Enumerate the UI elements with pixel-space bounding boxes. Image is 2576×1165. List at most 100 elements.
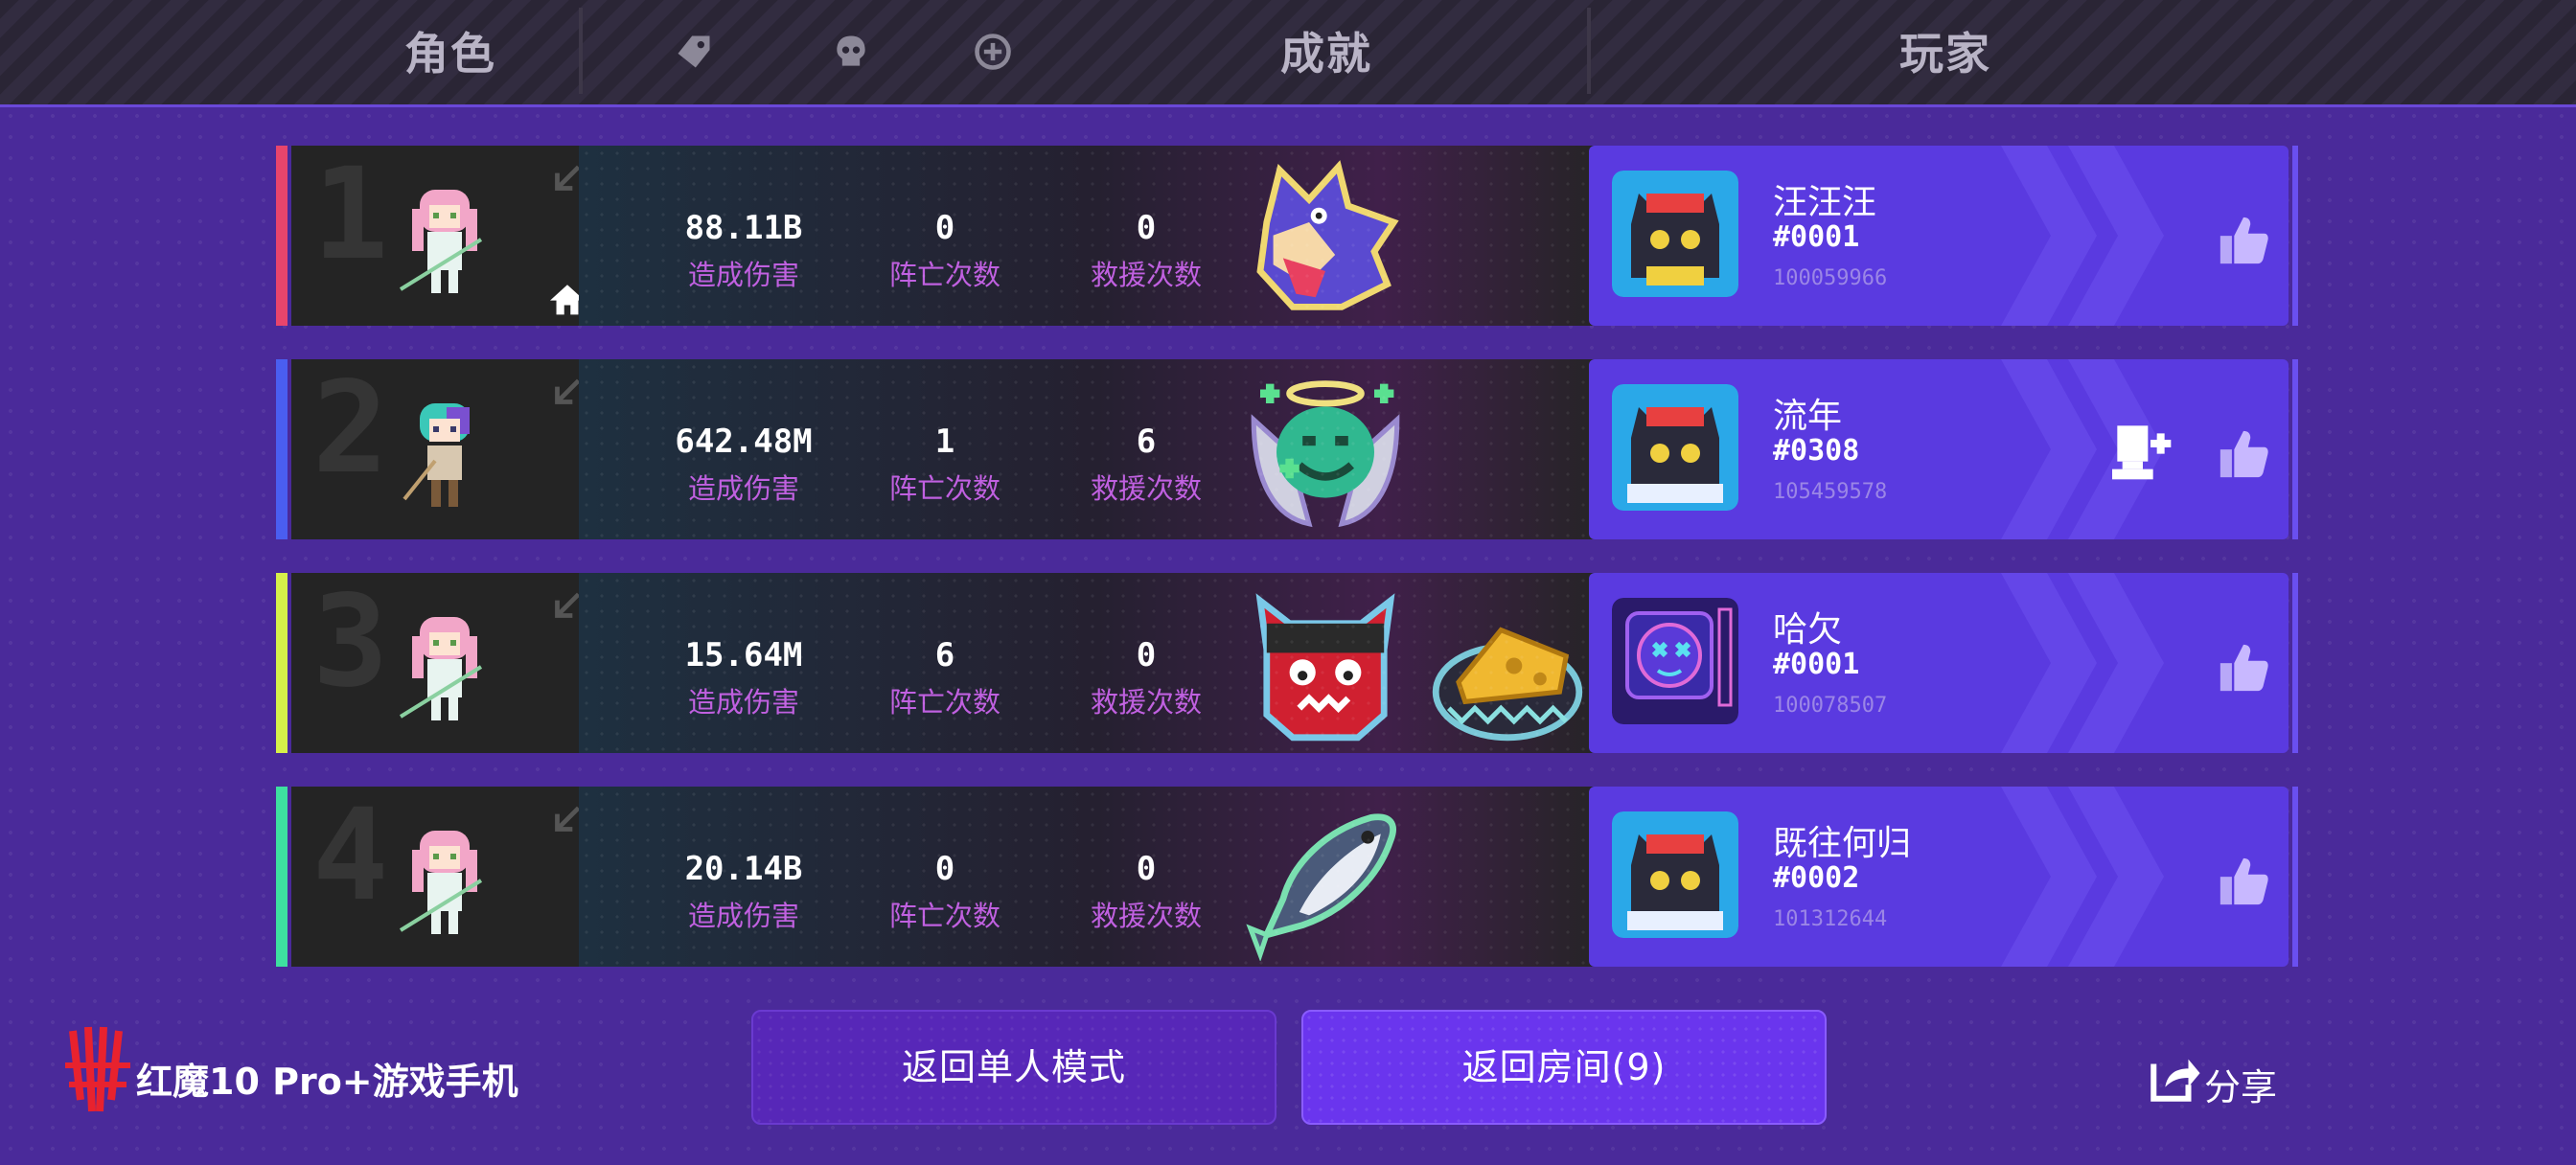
deaths-value: 0: [934, 209, 955, 247]
deaths-stat: 0 阵亡次数: [849, 209, 1041, 293]
chevron-decoration: [2068, 573, 2164, 753]
character-cell: 1: [291, 141, 585, 326]
skull-icon[interactable]: [830, 31, 872, 73]
player-avatar[interactable]: [1612, 384, 1738, 511]
player-name: 哈欠: [1773, 610, 1843, 650]
player-name: 既往何归: [1773, 824, 1912, 863]
wolf-badge-icon[interactable]: [1244, 157, 1407, 320]
row-edge: [2292, 359, 2298, 539]
thumbs-up-icon[interactable]: [2216, 854, 2271, 909]
rescues-label: 救援次数: [1090, 472, 1202, 505]
header-character: 角色: [404, 28, 496, 80]
red-magic-logo-icon: [65, 1026, 130, 1112]
rescues-stat: 6 救援次数: [1050, 423, 1242, 507]
player-name: 流年: [1773, 397, 1843, 436]
rank-number: 3: [312, 568, 389, 716]
player-name: 汪汪汪: [1773, 183, 1877, 222]
damage-label: 造成伤害: [687, 686, 799, 719]
player-row: 4 20.14B 造成伤害 0 阵亡次数 0 救援次数 既往何归 #0002 1…: [276, 787, 2300, 967]
player-id: 101312644: [1773, 907, 1888, 931]
player-card[interactable]: 哈欠 #0001 100078507: [1589, 573, 2288, 753]
deaths-label: 阵亡次数: [888, 472, 1000, 505]
rank-number: 1: [312, 141, 389, 288]
damage-label: 造成伤害: [687, 259, 799, 291]
cheese-trap-badge-icon[interactable]: [1426, 584, 1589, 747]
player-avatar[interactable]: [1612, 598, 1738, 724]
return-room-button[interactable]: 返回房间(9): [1301, 1010, 1827, 1125]
character-sprite: [399, 831, 483, 934]
tag-icon[interactable]: [673, 31, 715, 73]
player-card[interactable]: 汪汪汪 #0001 100059966: [1589, 146, 2288, 326]
character-sprite: [399, 617, 483, 720]
header-achievement: 成就: [1280, 28, 1372, 80]
rank-accent-bar: [276, 787, 288, 967]
rank-number: 2: [312, 354, 389, 502]
row-edge: [2292, 573, 2298, 753]
rescues-value: 0: [1136, 636, 1157, 674]
character-cell: 4: [291, 787, 581, 967]
oni-badge-icon[interactable]: [1244, 584, 1407, 747]
return-solo-mode-button[interactable]: 返回单人模式: [751, 1010, 1276, 1125]
rescues-stat: 0 救援次数: [1050, 850, 1242, 934]
thumbs-up-icon[interactable]: [2216, 640, 2271, 696]
player-tag: #0002: [1773, 861, 1860, 895]
deaths-stat: 0 阵亡次数: [849, 850, 1041, 934]
deaths-value: 0: [934, 850, 955, 888]
player-id: 100078507: [1773, 694, 1888, 718]
angel-blob-badge-icon[interactable]: [1244, 371, 1407, 534]
deaths-value: 6: [934, 636, 955, 674]
share-label: 分享: [2204, 1066, 2278, 1108]
deaths-label: 阵亡次数: [888, 900, 1000, 932]
deaths-value: 1: [934, 423, 955, 461]
damage-stat: 20.14B 造成伤害: [648, 850, 840, 934]
rescues-label: 救援次数: [1090, 259, 1202, 291]
player-tag: #0308: [1773, 434, 1860, 468]
fish-badge-icon[interactable]: [1244, 798, 1407, 961]
brand-text: 红魔10 Pro+游戏手机: [136, 1061, 518, 1103]
header-divider: [579, 8, 583, 94]
damage-value: 642.48M: [675, 423, 813, 461]
rank-accent-bar: [276, 573, 288, 753]
row-edge: [2292, 787, 2298, 967]
rescues-label: 救援次数: [1090, 686, 1202, 719]
damage-stat: 642.48M 造成伤害: [648, 423, 840, 507]
rank-accent-bar: [276, 146, 288, 326]
damage-label: 造成伤害: [687, 900, 799, 932]
player-card[interactable]: 既往何归 #0002 101312644: [1589, 787, 2288, 967]
character-sprite: [399, 190, 483, 293]
deaths-stat: 6 阵亡次数: [849, 636, 1041, 720]
player-tag: #0001: [1773, 648, 1860, 681]
add-friend-icon[interactable]: [2112, 421, 2174, 482]
player-id: 105459578: [1773, 480, 1888, 504]
damage-value: 20.14B: [684, 850, 803, 888]
character-cell: 3: [291, 568, 581, 753]
rescues-stat: 0 救援次数: [1050, 209, 1242, 293]
thumbs-up-icon[interactable]: [2216, 213, 2271, 268]
player-avatar[interactable]: [1612, 171, 1738, 297]
damage-value: 15.64M: [684, 636, 803, 674]
player-avatar[interactable]: [1612, 811, 1738, 938]
header-divider: [1587, 8, 1591, 94]
rescues-value: 0: [1136, 850, 1157, 888]
rescues-value: 0: [1136, 209, 1157, 247]
header-player: 玩家: [1899, 28, 1991, 80]
deaths-label: 阵亡次数: [888, 259, 1000, 291]
damage-value: 88.11B: [684, 209, 803, 247]
deaths-stat: 1 阵亡次数: [849, 423, 1041, 507]
results-header: 角色 成就 玩家: [0, 0, 2576, 107]
player-tag: #0001: [1773, 220, 1860, 254]
deaths-label: 阵亡次数: [888, 686, 1000, 719]
damage-stat: 88.11B 造成伤害: [648, 209, 840, 293]
row-edge: [2292, 146, 2298, 326]
thumbs-up-icon[interactable]: [2216, 426, 2271, 482]
rescues-stat: 0 救援次数: [1050, 636, 1242, 720]
chevron-decoration: [2068, 787, 2164, 967]
player-id: 100059966: [1773, 266, 1888, 290]
rescues-value: 6: [1136, 423, 1157, 461]
player-row: 2 642.48M 造成伤害 1 阵亡次数 6 救援次数 流年 #0308 10…: [276, 359, 2300, 539]
player-card[interactable]: 流年 #0308 105459578: [1589, 359, 2288, 539]
character-sprite: [402, 403, 470, 507]
chevron-decoration: [2068, 146, 2164, 326]
target-icon[interactable]: [972, 31, 1014, 73]
player-row: 3 15.64M 造成伤害 6 阵亡次数 0 救援次数 哈欠 #0001 100…: [276, 573, 2300, 753]
